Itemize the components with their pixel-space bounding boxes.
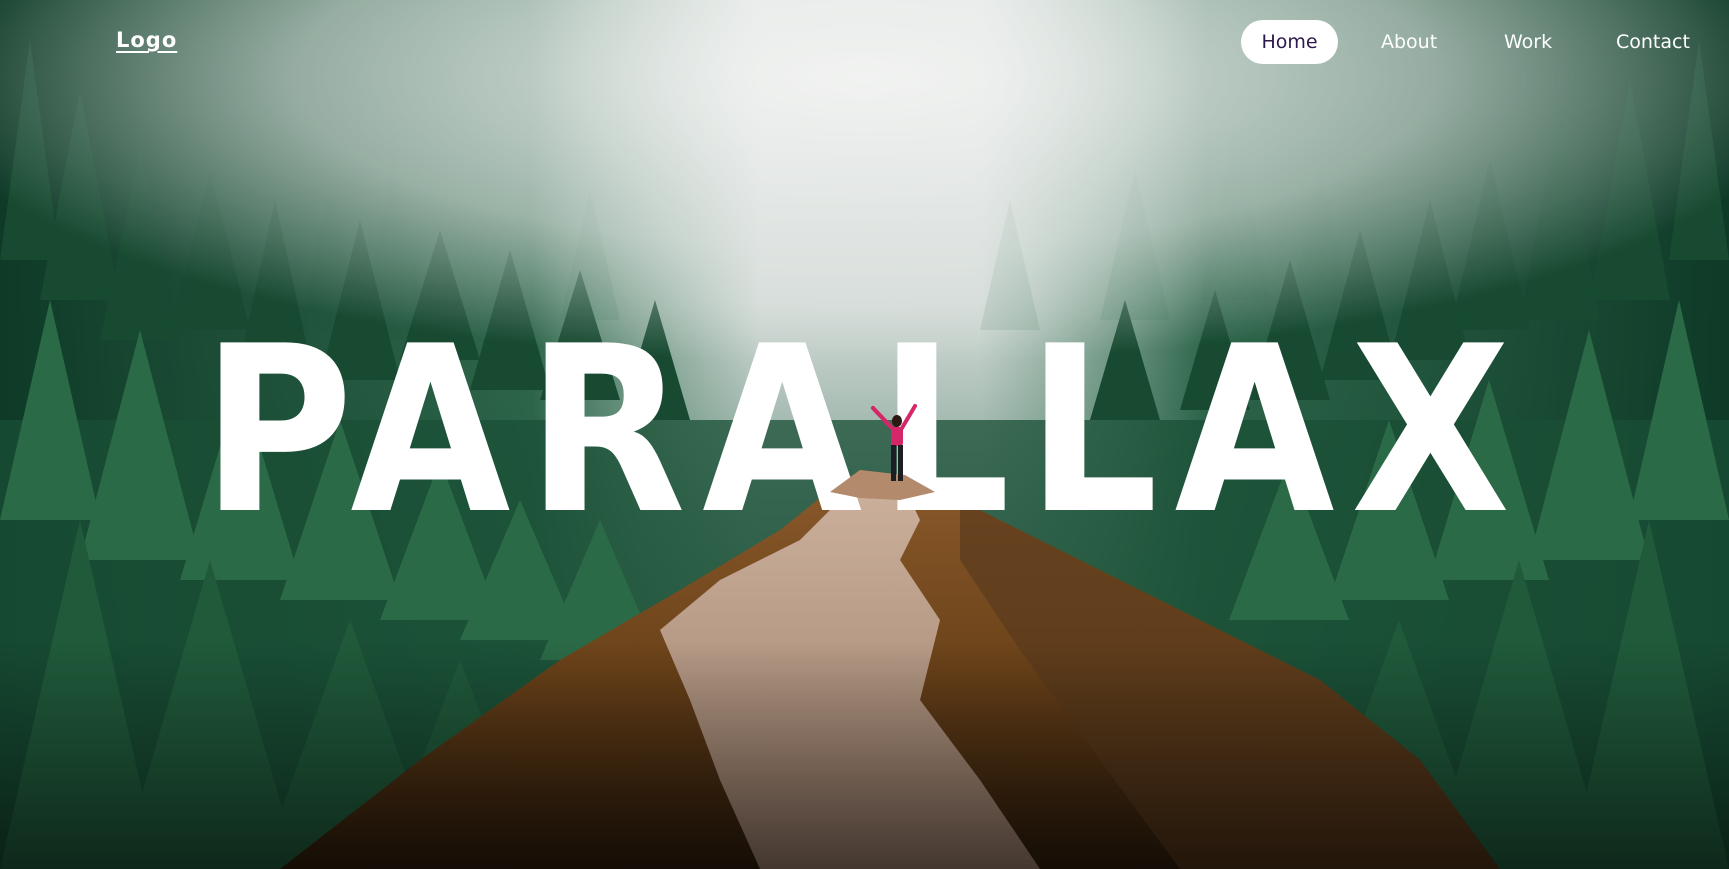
nav-item-work[interactable]: Work [1504,20,1552,64]
main-nav: Home About Work Contact [0,0,1729,86]
site-header: Logo Home About Work Contact [0,0,1729,86]
nav-item-home[interactable]: Home [1241,20,1338,64]
nav-item-contact[interactable]: Contact [1616,20,1690,64]
forest-mountain-background [0,0,1729,869]
parallax-hero-page: PARALLAX Logo Home About Work Contact [0,0,1729,869]
nav-item-about[interactable]: About [1381,20,1437,64]
